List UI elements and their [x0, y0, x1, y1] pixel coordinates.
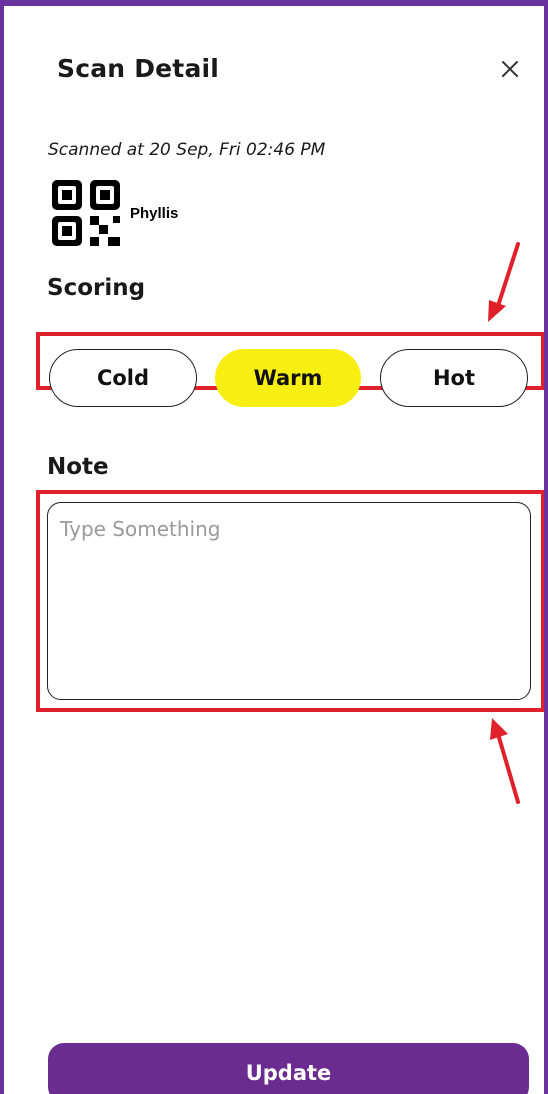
- close-icon[interactable]: [497, 56, 523, 82]
- score-hot-button[interactable]: Hot: [380, 349, 528, 407]
- scoring-label: Scoring: [47, 275, 146, 301]
- contact-name: Phyllis: [130, 205, 179, 222]
- annotation-arrow-scoring: [488, 242, 520, 322]
- note-textarea[interactable]: [47, 502, 531, 700]
- update-button[interactable]: Update: [48, 1043, 529, 1094]
- note-label: Note: [47, 454, 109, 480]
- scanned-timestamp: Scanned at 20 Sep, Fri 02:46 PM: [48, 140, 326, 160]
- scan-detail-panel: Scan Detail Scanned at 20 Sep, Fri 02:46…: [0, 0, 548, 1094]
- score-warm-button[interactable]: Warm: [215, 349, 361, 407]
- annotation-arrow-note: [490, 718, 520, 804]
- qr-code-icon: [52, 180, 120, 246]
- page-title: Scan Detail: [57, 54, 220, 83]
- score-cold-button[interactable]: Cold: [49, 349, 197, 407]
